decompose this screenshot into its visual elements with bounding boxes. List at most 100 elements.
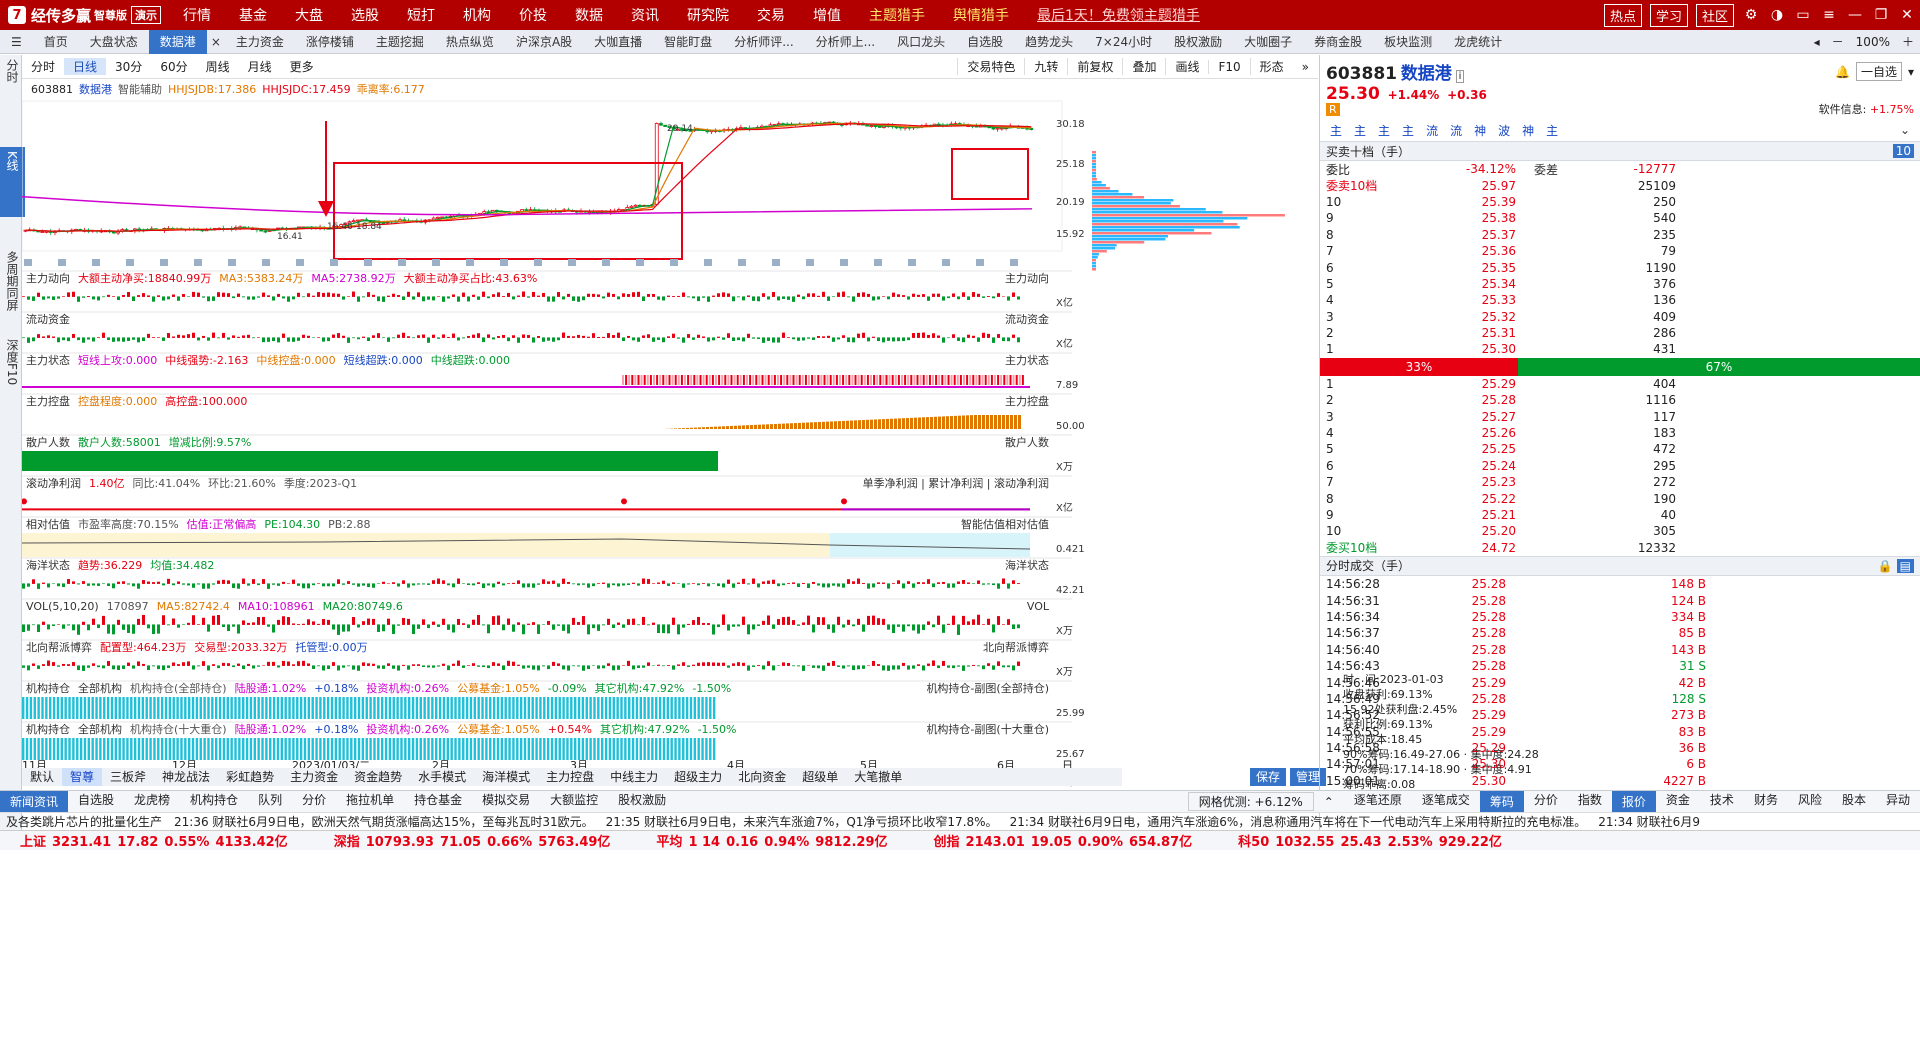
- tab-15[interactable]: 7×24小时: [1084, 30, 1163, 54]
- indicator-tab-13[interactable]: 超级单: [794, 768, 846, 786]
- lock-icon[interactable]: 🔒: [1878, 559, 1893, 573]
- data-tab-1[interactable]: 逐笔成交: [1412, 791, 1480, 813]
- chart-tool-1[interactable]: 九转: [1024, 58, 1067, 75]
- tab-close-icon[interactable]: ×: [207, 30, 225, 54]
- learn-button[interactable]: 学习: [1649, 3, 1688, 27]
- menu-item-5[interactable]: 机构: [449, 5, 505, 25]
- news-tab-8[interactable]: 模拟交易: [472, 791, 540, 813]
- panel-select[interactable]: 全部机构: [78, 681, 122, 695]
- menu-item-9[interactable]: 研究院: [673, 5, 743, 25]
- data-tab-7[interactable]: 技术: [1700, 791, 1744, 813]
- period-5[interactable]: 月线: [239, 58, 281, 75]
- data-tab-5[interactable]: 报价: [1611, 790, 1656, 813]
- bell-icon[interactable]: 🔔: [1835, 65, 1850, 79]
- tab-7[interactable]: 沪深京A股: [505, 30, 583, 54]
- indicator-tab-5[interactable]: 主力资金: [282, 768, 346, 786]
- menu-item-11[interactable]: 增值: [799, 5, 855, 25]
- indicator-tab-4[interactable]: 彩虹趋势: [218, 768, 282, 786]
- chart-tool-4[interactable]: 画线: [1165, 58, 1208, 75]
- dropdown-icon[interactable]: ▾: [1908, 65, 1914, 79]
- tab-5[interactable]: 主题挖掘: [365, 30, 435, 54]
- menu-item-1[interactable]: 基金: [225, 5, 281, 25]
- indicator-tab-11[interactable]: 超级主力: [666, 768, 730, 786]
- ticker-item-4[interactable]: 21:34 财联社6月9: [1592, 813, 1706, 830]
- index-1[interactable]: 深指 10793.93 71.05 0.66% 5763.49亿: [314, 831, 637, 850]
- menu-yellow-1[interactable]: 舆情猎手: [939, 5, 1023, 25]
- data-tab-11[interactable]: 异动: [1876, 791, 1920, 813]
- promo-link[interactable]: 最后1天！免费领主题猎手: [1023, 5, 1214, 25]
- menu-item-0[interactable]: 行情: [169, 5, 225, 25]
- restore-icon[interactable]: ❐: [1868, 7, 1894, 23]
- indicator-tab-3[interactable]: 神龙战法: [154, 768, 218, 786]
- indicator-tab-7[interactable]: 水手模式: [410, 768, 474, 786]
- layout-icon[interactable]: ▭: [1790, 7, 1816, 23]
- data-tab-9[interactable]: 风险: [1788, 791, 1832, 813]
- prev-icon[interactable]: ◂: [1808, 35, 1826, 49]
- indicator-tab-8[interactable]: 海洋模式: [474, 768, 538, 786]
- close-icon[interactable]: ✕: [1894, 7, 1920, 23]
- zoom-out-icon[interactable]: －: [1826, 33, 1850, 50]
- news-tab-10[interactable]: 股权激励: [608, 791, 676, 813]
- news-tab-5[interactable]: 分价: [292, 791, 336, 813]
- ticker-item-3[interactable]: 21:34 财联社6月9日电，通用汽车涨逾6%，消息称通用汽车将在下一代电动汽车…: [1004, 813, 1593, 830]
- menu-item-10[interactable]: 交易: [743, 5, 799, 25]
- data-tab-3[interactable]: 分价: [1524, 791, 1568, 813]
- signal-tag-4[interactable]: 流: [1426, 122, 1438, 139]
- zoom-in-icon[interactable]: ＋: [1896, 33, 1920, 50]
- data-tab-2[interactable]: 筹码: [1479, 790, 1524, 813]
- community-button[interactable]: 社区: [1695, 3, 1734, 27]
- ticker-item-0[interactable]: 及各类跳片芯片的批量化生产: [0, 813, 168, 830]
- signal-tag-8[interactable]: 神: [1522, 122, 1534, 139]
- menu-item-7[interactable]: 数据: [561, 5, 617, 25]
- chart-tool-5[interactable]: F10: [1208, 59, 1249, 74]
- period-6[interactable]: 更多: [281, 58, 323, 75]
- signal-tag-5[interactable]: 流: [1450, 122, 1462, 139]
- tab-8[interactable]: 大咖直播: [583, 30, 653, 54]
- chart-svg[interactable]: 603881 数据港 智能辅助 HHJSJDB:17.386 HHJSJDC:17.45…: [22, 79, 1318, 769]
- indicator-tab-0[interactable]: 默认: [22, 768, 62, 786]
- period-0[interactable]: 分时: [22, 58, 64, 75]
- tab-3[interactable]: 主力资金: [225, 30, 295, 54]
- tab-more-icon[interactable]: ☰: [0, 30, 33, 54]
- menu-item-6[interactable]: 价投: [505, 5, 561, 25]
- news-ticker[interactable]: 及各类跳片芯片的批量化生产 21:36 财联社6月9日电，欧洲天然气期货涨幅高达1…: [0, 812, 1920, 830]
- data-tab-8[interactable]: 财务: [1744, 791, 1788, 813]
- signal-tag-0[interactable]: 主: [1330, 122, 1342, 139]
- news-tab-7[interactable]: 持仓基金: [404, 791, 472, 813]
- chart-tool-3[interactable]: 叠加: [1122, 58, 1165, 75]
- tab-12[interactable]: 风口龙头: [886, 30, 956, 54]
- data-tab-4[interactable]: 指数: [1568, 791, 1612, 813]
- tab-0[interactable]: 首页: [33, 30, 79, 54]
- menu-icon[interactable]: ≡: [1816, 7, 1842, 23]
- app-logo[interactable]: 7 经传多赢 智尊版 演示: [0, 0, 169, 30]
- tab-10[interactable]: 分析师评...: [723, 30, 804, 54]
- tab-13[interactable]: 自选股: [956, 30, 1014, 54]
- news-tab-2[interactable]: 龙虎榜: [124, 791, 180, 813]
- save-button[interactable]: 保存: [1250, 768, 1287, 786]
- signal-tag-3[interactable]: 主: [1402, 122, 1414, 139]
- menu-item-4[interactable]: 短打: [393, 5, 449, 25]
- signal-tag-2[interactable]: 主: [1378, 122, 1390, 139]
- index-2[interactable]: 平均 1 14 0.16 0.94% 9812.29亿: [636, 831, 913, 850]
- tab-9[interactable]: 智能盯盘: [653, 30, 723, 54]
- index-4[interactable]: 科50 1032.55 25.43 2.53% 929.22亿: [1218, 831, 1528, 850]
- period-4[interactable]: 周线: [197, 58, 239, 75]
- signal-tag-7[interactable]: 波: [1498, 122, 1510, 139]
- indicator-tab-1[interactable]: 智尊: [62, 768, 103, 786]
- data-tab-10[interactable]: 股本: [1832, 791, 1876, 813]
- indicator-tab-14[interactable]: 大笔撤单: [846, 768, 910, 786]
- index-3[interactable]: 创指 2143.01 19.05 0.90% 654.87亿: [914, 831, 1219, 850]
- index-0[interactable]: 上证 3231.41 17.82 0.55% 4133.42亿: [0, 831, 314, 850]
- chart-tool-6[interactable]: 形态: [1249, 58, 1293, 75]
- menu-item-2[interactable]: 大盘: [281, 5, 337, 25]
- tab-14[interactable]: 趋势龙头: [1014, 30, 1084, 54]
- tab-17[interactable]: 大咖圈子: [1233, 30, 1303, 54]
- collapse-icon[interactable]: ⌃: [1314, 795, 1344, 809]
- add-watch-button[interactable]: 一自选: [1855, 62, 1902, 81]
- tab-6[interactable]: 热点纵览: [435, 30, 505, 54]
- menu-yellow-0[interactable]: 主题猎手: [855, 5, 939, 25]
- data-tab-0[interactable]: 逐笔还原: [1344, 791, 1412, 813]
- signal-tag-6[interactable]: 神: [1474, 122, 1486, 139]
- ticker-item-1[interactable]: 21:36 财联社6月9日电，欧洲天然气期货涨幅高达15%，至每兆瓦时31欧元。: [168, 813, 600, 830]
- tab-20[interactable]: 龙虎统计: [1443, 30, 1513, 54]
